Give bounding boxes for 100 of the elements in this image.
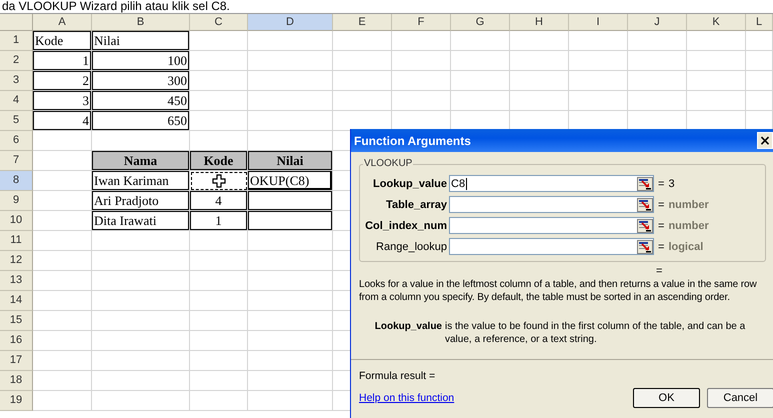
sheet-cell[interactable]: [248, 371, 333, 391]
sheet-cell[interactable]: [392, 31, 451, 51]
sheet-cell[interactable]: [746, 51, 773, 71]
sheet-cell[interactable]: [248, 111, 333, 131]
sheet-cell[interactable]: [628, 91, 687, 111]
sheet-cell[interactable]: [628, 51, 687, 71]
sheet-cell[interactable]: [33, 251, 92, 271]
sheet-cell[interactable]: [451, 91, 510, 111]
argument-field[interactable]: [449, 238, 654, 255]
sheet-cell[interactable]: [248, 271, 333, 291]
column-header[interactable]: A: [33, 14, 92, 31]
sheet-cell[interactable]: [190, 51, 248, 71]
sheet-cell[interactable]: [33, 351, 92, 371]
row-header[interactable]: 17: [0, 351, 33, 371]
sheet-cell[interactable]: [33, 231, 92, 251]
sheet-cell[interactable]: [333, 71, 392, 91]
sheet-cell[interactable]: [33, 171, 92, 191]
sheet-cell[interactable]: [248, 351, 333, 371]
dialog-button[interactable]: Cancel: [707, 388, 773, 408]
sheet-cell[interactable]: [248, 331, 333, 351]
argument-field[interactable]: [449, 196, 654, 213]
dialog-button[interactable]: OK: [633, 388, 700, 408]
sheet-cell[interactable]: [33, 271, 92, 291]
row-header[interactable]: 1: [0, 31, 33, 51]
help-link[interactable]: Help on this function: [359, 392, 454, 404]
sheet-cell[interactable]: [687, 31, 746, 51]
column-header[interactable]: G: [451, 14, 510, 31]
sheet-cell[interactable]: [33, 331, 92, 351]
row-header[interactable]: 19: [0, 391, 33, 411]
sheet-cell[interactable]: [248, 231, 333, 251]
column-header[interactable]: B: [92, 14, 190, 31]
column-header[interactable]: K: [687, 14, 746, 31]
sheet-cell[interactable]: [92, 251, 190, 271]
row-header[interactable]: 9: [0, 191, 33, 211]
sheet-cell[interactable]: [190, 231, 248, 251]
sheet-cell[interactable]: [333, 31, 392, 51]
sheet-cell[interactable]: [248, 31, 333, 51]
sheet-cell[interactable]: [248, 71, 333, 91]
sheet-cell[interactable]: [190, 371, 248, 391]
sheet-cell[interactable]: [190, 71, 248, 91]
sheet-cell[interactable]: [33, 211, 92, 231]
sheet-cell[interactable]: [190, 31, 248, 51]
column-header[interactable]: H: [510, 14, 569, 31]
sheet-cell[interactable]: [510, 31, 569, 51]
sheet-cell[interactable]: [92, 371, 190, 391]
sheet-cell[interactable]: [92, 231, 190, 251]
sheet-cell[interactable]: [392, 51, 451, 71]
sheet-cell[interactable]: [248, 391, 333, 411]
sheet-cell[interactable]: [92, 311, 190, 331]
sheet-cell[interactable]: [392, 71, 451, 91]
sheet-cell[interactable]: [687, 71, 746, 91]
column-header[interactable]: C: [190, 14, 248, 31]
sheet-cell[interactable]: [33, 131, 92, 151]
sheet-cell[interactable]: [190, 271, 248, 291]
sheet-cell[interactable]: [451, 31, 510, 51]
column-header[interactable]: J: [628, 14, 687, 31]
argument-field[interactable]: [449, 217, 654, 234]
row-header[interactable]: 13: [0, 271, 33, 291]
collapse-dialog-icon[interactable]: [637, 240, 653, 254]
row-header[interactable]: 12: [0, 251, 33, 271]
sheet-cell[interactable]: [687, 51, 746, 71]
sheet-cell[interactable]: [190, 391, 248, 411]
sheet-cell[interactable]: [190, 331, 248, 351]
column-header[interactable]: I: [569, 14, 628, 31]
sheet-cell[interactable]: [451, 71, 510, 91]
sheet-cell[interactable]: [510, 71, 569, 91]
sheet-cell[interactable]: [33, 391, 92, 411]
sheet-cell[interactable]: [92, 331, 190, 351]
collapse-dialog-icon[interactable]: [637, 176, 653, 190]
sheet-cell[interactable]: [628, 31, 687, 51]
sheet-cell[interactable]: [248, 51, 333, 71]
sheet-cell[interactable]: [92, 271, 190, 291]
row-header[interactable]: 4: [0, 91, 33, 111]
sheet-cell[interactable]: [248, 291, 333, 311]
sheet-cell[interactable]: [687, 91, 746, 111]
sheet-cell[interactable]: [33, 291, 92, 311]
row-header[interactable]: 6: [0, 131, 33, 151]
sheet-cell[interactable]: [248, 311, 333, 331]
sheet-cell[interactable]: [248, 91, 333, 111]
sheet-cell[interactable]: [746, 91, 773, 111]
row-header[interactable]: 7: [0, 151, 33, 171]
sheet-cell[interactable]: [92, 291, 190, 311]
sheet-cell[interactable]: [190, 311, 248, 331]
row-header[interactable]: 5: [0, 111, 33, 131]
row-header[interactable]: 15: [0, 311, 33, 331]
sheet-cell[interactable]: [33, 311, 92, 331]
sheet-cell[interactable]: [746, 31, 773, 51]
row-header[interactable]: 10: [0, 211, 33, 231]
sheet-cell[interactable]: [92, 391, 190, 411]
row-header[interactable]: 2: [0, 51, 33, 71]
sheet-cell[interactable]: [569, 31, 628, 51]
row-header[interactable]: 3: [0, 71, 33, 91]
sheet-cell[interactable]: [190, 111, 248, 131]
sheet-cell[interactable]: [569, 51, 628, 71]
column-header[interactable]: F: [392, 14, 451, 31]
sheet-cell[interactable]: [33, 371, 92, 391]
sheet-cell[interactable]: [746, 71, 773, 91]
row-header[interactable]: 11: [0, 231, 33, 251]
sheet-cell[interactable]: [190, 351, 248, 371]
column-header[interactable]: D: [248, 14, 333, 31]
